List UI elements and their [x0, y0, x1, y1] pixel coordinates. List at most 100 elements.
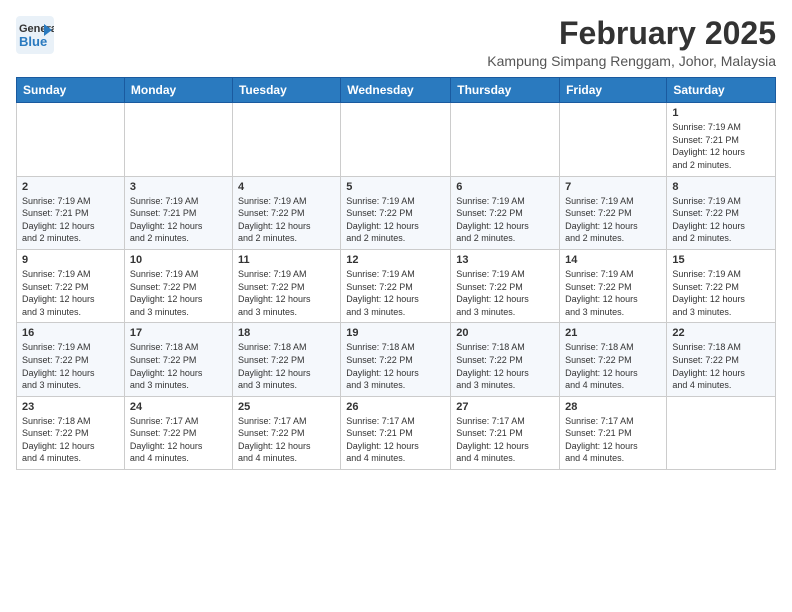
cell-info: Sunrise: 7:19 AM Sunset: 7:22 PM Dayligh… — [238, 195, 335, 245]
calendar-cell: 16 Sunrise: 7:19 AM Sunset: 7:22 PM Dayli… — [17, 323, 125, 396]
cell-info: Sunrise: 7:19 AM Sunset: 7:21 PM Dayligh… — [22, 195, 119, 245]
calendar-cell: 11 Sunrise: 7:19 AM Sunset: 7:22 PM Dayli… — [232, 249, 340, 322]
day-number: 21 — [565, 327, 661, 339]
cell-info: Sunrise: 7:19 AM Sunset: 7:22 PM Dayligh… — [672, 195, 770, 245]
calendar-cell — [451, 103, 560, 176]
calendar-cell — [17, 103, 125, 176]
calendar-day-header: Saturday — [667, 78, 776, 103]
calendar-cell: 24 Sunrise: 7:17 AM Sunset: 7:22 PM Dayli… — [124, 396, 232, 469]
cell-info: Sunrise: 7:19 AM Sunset: 7:22 PM Dayligh… — [456, 195, 554, 245]
day-number: 22 — [672, 327, 770, 339]
cell-info: Sunrise: 7:18 AM Sunset: 7:22 PM Dayligh… — [456, 341, 554, 391]
calendar-cell: 21 Sunrise: 7:18 AM Sunset: 7:22 PM Dayli… — [560, 323, 667, 396]
cell-info: Sunrise: 7:19 AM Sunset: 7:22 PM Dayligh… — [456, 268, 554, 318]
calendar-week-row: 23Sunrise: 7:18 AM Sunset: 7:22 PM Dayli… — [17, 396, 776, 469]
month-year-title: February 2025 — [487, 16, 776, 51]
day-number: 6 — [456, 181, 554, 193]
cell-info: Sunrise: 7:19 AM Sunset: 7:21 PM Dayligh… — [130, 195, 227, 245]
calendar-cell: 6 Sunrise: 7:19 AM Sunset: 7:22 PM Daylig… — [451, 176, 560, 249]
cell-info: Sunrise: 7:17 AM Sunset: 7:22 PM Dayligh… — [238, 415, 335, 465]
calendar-cell: 22 Sunrise: 7:18 AM Sunset: 7:22 PM Dayli… — [667, 323, 776, 396]
cell-info: Sunrise: 7:19 AM Sunset: 7:22 PM Dayligh… — [238, 268, 335, 318]
calendar-header-row: SundayMondayTuesdayWednesdayThursdayFrid… — [17, 78, 776, 103]
day-number: 20 — [456, 327, 554, 339]
svg-text:Blue: Blue — [19, 34, 47, 49]
calendar-cell: 26 Sunrise: 7:17 AM Sunset: 7:21 PM Dayli… — [341, 396, 451, 469]
day-number: 16 — [22, 327, 119, 339]
logo-icon: General Blue — [16, 16, 54, 54]
calendar-day-header: Wednesday — [341, 78, 451, 103]
cell-info: Sunrise: 7:19 AM Sunset: 7:22 PM Dayligh… — [565, 268, 661, 318]
calendar-cell — [560, 103, 667, 176]
day-number: 19 — [346, 327, 445, 339]
calendar-cell: 15 Sunrise: 7:19 AM Sunset: 7:22 PM Dayli… — [667, 249, 776, 322]
cell-info: Sunrise: 7:17 AM Sunset: 7:21 PM Dayligh… — [456, 415, 554, 465]
calendar-cell — [341, 103, 451, 176]
calendar-week-row: 9Sunrise: 7:19 AM Sunset: 7:22 PM Daylig… — [17, 249, 776, 322]
calendar-week-row: 1Sunrise: 7:19 AM Sunset: 7:21 PM Daylig… — [17, 103, 776, 176]
calendar-cell: 18Sunrise: 7:18 AM Sunset: 7:22 PM Dayli… — [232, 323, 340, 396]
calendar-cell: 12 Sunrise: 7:19 AM Sunset: 7:22 PM Dayli… — [341, 249, 451, 322]
cell-info: Sunrise: 7:19 AM Sunset: 7:22 PM Dayligh… — [22, 341, 119, 391]
cell-info: Sunrise: 7:19 AM Sunset: 7:22 PM Dayligh… — [346, 268, 445, 318]
day-number: 23 — [22, 401, 119, 413]
day-number: 12 — [346, 254, 445, 266]
cell-info: Sunrise: 7:19 AM Sunset: 7:21 PM Dayligh… — [672, 121, 770, 171]
cell-info: Sunrise: 7:18 AM Sunset: 7:22 PM Dayligh… — [565, 341, 661, 391]
day-number: 3 — [130, 181, 227, 193]
cell-info: Sunrise: 7:19 AM Sunset: 7:22 PM Dayligh… — [672, 268, 770, 318]
calendar-cell: 2 Sunrise: 7:19 AM Sunset: 7:21 PM Daylig… — [17, 176, 125, 249]
calendar-cell: 8 Sunrise: 7:19 AM Sunset: 7:22 PM Daylig… — [667, 176, 776, 249]
cell-info: Sunrise: 7:19 AM Sunset: 7:22 PM Dayligh… — [22, 268, 119, 318]
cell-info: Sunrise: 7:19 AM Sunset: 7:22 PM Dayligh… — [130, 268, 227, 318]
day-number: 17 — [130, 327, 227, 339]
day-number: 7 — [565, 181, 661, 193]
calendar-day-header: Tuesday — [232, 78, 340, 103]
calendar-day-header: Friday — [560, 78, 667, 103]
cell-info: Sunrise: 7:18 AM Sunset: 7:22 PM Dayligh… — [238, 341, 335, 391]
page-header: General Blue February 2025 Kampung Simpa… — [16, 16, 776, 69]
calendar-day-header: Sunday — [17, 78, 125, 103]
calendar-cell — [232, 103, 340, 176]
calendar-cell: 23Sunrise: 7:18 AM Sunset: 7:22 PM Dayli… — [17, 396, 125, 469]
logo: General Blue — [16, 16, 54, 54]
day-number: 14 — [565, 254, 661, 266]
cell-info: Sunrise: 7:17 AM Sunset: 7:21 PM Dayligh… — [346, 415, 445, 465]
day-number: 2 — [22, 181, 119, 193]
calendar-cell: 3 Sunrise: 7:19 AM Sunset: 7:21 PM Daylig… — [124, 176, 232, 249]
calendar-cell: 25 Sunrise: 7:17 AM Sunset: 7:22 PM Dayli… — [232, 396, 340, 469]
day-number: 15 — [672, 254, 770, 266]
day-number: 11 — [238, 254, 335, 266]
calendar-cell — [124, 103, 232, 176]
calendar-cell: 28Sunrise: 7:17 AM Sunset: 7:21 PM Dayli… — [560, 396, 667, 469]
day-number: 13 — [456, 254, 554, 266]
calendar-day-header: Monday — [124, 78, 232, 103]
calendar-cell: 4 Sunrise: 7:19 AM Sunset: 7:22 PM Daylig… — [232, 176, 340, 249]
day-number: 5 — [346, 181, 445, 193]
calendar-week-row: 2 Sunrise: 7:19 AM Sunset: 7:21 PM Daylig… — [17, 176, 776, 249]
day-number: 8 — [672, 181, 770, 193]
calendar-cell: 20 Sunrise: 7:18 AM Sunset: 7:22 PM Dayli… — [451, 323, 560, 396]
cell-info: Sunrise: 7:19 AM Sunset: 7:22 PM Dayligh… — [346, 195, 445, 245]
cell-info: Sunrise: 7:17 AM Sunset: 7:22 PM Dayligh… — [130, 415, 227, 465]
cell-info: Sunrise: 7:18 AM Sunset: 7:22 PM Dayligh… — [130, 341, 227, 391]
day-number: 4 — [238, 181, 335, 193]
day-number: 25 — [238, 401, 335, 413]
calendar-cell — [667, 396, 776, 469]
calendar-cell: 10Sunrise: 7:19 AM Sunset: 7:22 PM Dayli… — [124, 249, 232, 322]
location-subtitle: Kampung Simpang Renggam, Johor, Malaysia — [487, 53, 776, 69]
day-number: 27 — [456, 401, 554, 413]
calendar-cell: 14 Sunrise: 7:19 AM Sunset: 7:22 PM Dayli… — [560, 249, 667, 322]
title-section: February 2025 Kampung Simpang Renggam, J… — [487, 16, 776, 69]
day-number: 26 — [346, 401, 445, 413]
day-number: 24 — [130, 401, 227, 413]
calendar-cell: 19Sunrise: 7:18 AM Sunset: 7:22 PM Dayli… — [341, 323, 451, 396]
cell-info: Sunrise: 7:19 AM Sunset: 7:22 PM Dayligh… — [565, 195, 661, 245]
calendar-cell: 13 Sunrise: 7:19 AM Sunset: 7:22 PM Dayli… — [451, 249, 560, 322]
day-number: 28 — [565, 401, 661, 413]
calendar-day-header: Thursday — [451, 78, 560, 103]
cell-info: Sunrise: 7:18 AM Sunset: 7:22 PM Dayligh… — [672, 341, 770, 391]
calendar-table: SundayMondayTuesdayWednesdayThursdayFrid… — [16, 77, 776, 470]
calendar-cell: 7 Sunrise: 7:19 AM Sunset: 7:22 PM Daylig… — [560, 176, 667, 249]
calendar-week-row: 16 Sunrise: 7:19 AM Sunset: 7:22 PM Dayli… — [17, 323, 776, 396]
